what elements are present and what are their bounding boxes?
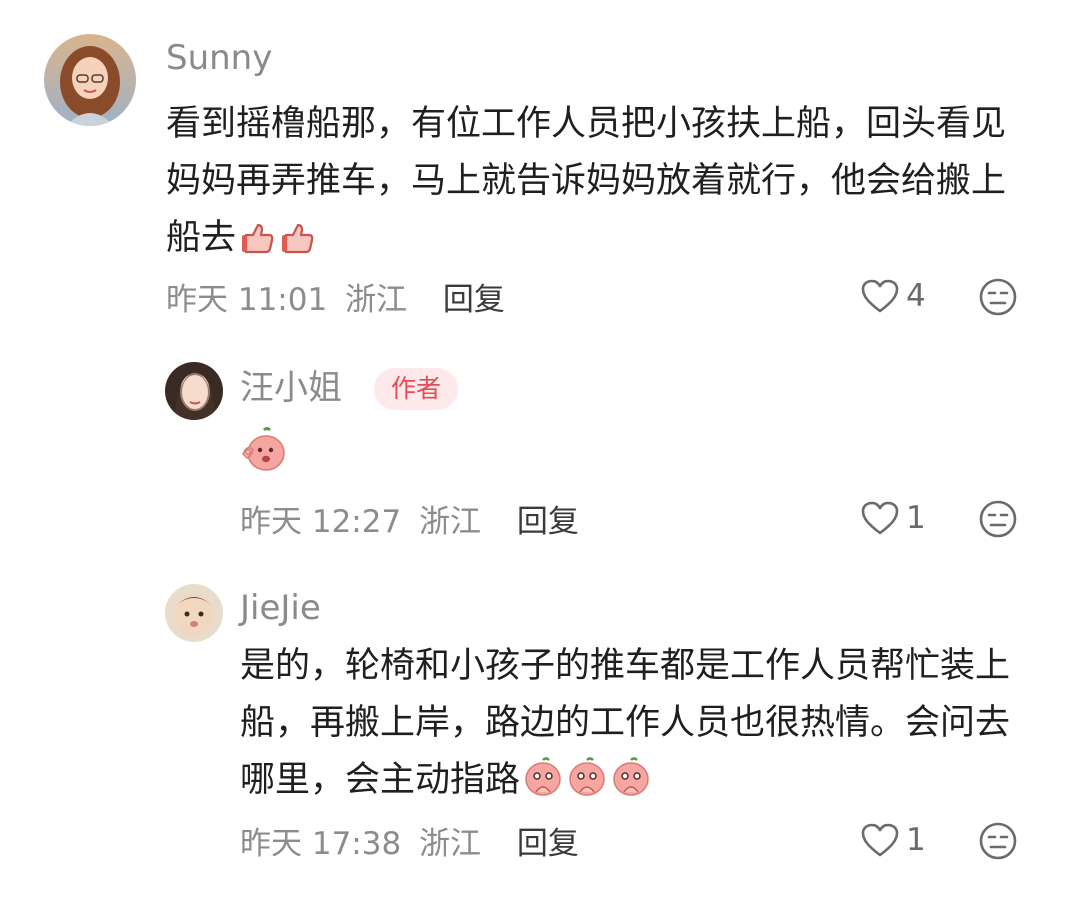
reply-button[interactable]: 回复 [517,826,579,862]
comment-location: 浙江 [345,282,408,318]
avatar[interactable] [44,34,136,126]
comment-item: Sunny 看到摇橹船那，有位工作人员把小孩扶上船，回头看见妈妈再弄推车，马上就… [0,0,1080,340]
thumbs-up-icon [238,217,276,274]
avatar-image [165,362,223,420]
peach-pray-icon [566,756,608,816]
comment-time: 昨天 17:38 [240,826,402,862]
heart-icon [861,823,899,857]
heart-icon [861,501,899,535]
dislike-button[interactable] [978,499,1018,543]
neutral-face-icon [979,822,1017,860]
like-button[interactable]: 1 [860,820,926,860]
like-button[interactable]: 4 [860,276,926,316]
avatar-image [44,34,136,126]
reply-item: 汪小姐 作者 昨天 12:27 浙江 回复 1 [0,340,1080,570]
comment-meta: 昨天 17:38 浙江 回复 [240,824,579,864]
username[interactable]: 汪小姐 [240,368,342,408]
comment-time: 昨天 12:27 [240,504,402,540]
comment-time: 昨天 11:01 [166,282,328,318]
reply-button[interactable]: 回复 [517,504,579,540]
avatar[interactable] [165,584,223,642]
peach-pray-icon [610,756,652,816]
like-count: 4 [906,278,926,314]
avatar[interactable] [165,362,223,420]
author-badge: 作者 [374,368,459,410]
peach-pray-icon [522,756,564,816]
avatar-image [165,584,223,642]
like-count: 1 [906,822,926,858]
thumbs-up-icon [278,217,316,274]
like-count: 1 [906,500,926,536]
reply-button[interactable]: 回复 [443,282,505,318]
comment-location: 浙江 [419,826,482,862]
sticker-icon [240,426,288,478]
comment-text: 是的，轮椅和小孩子的推车都是工作人员帮忙装上船，再搬上岸，路边的工作人员也很热情… [240,638,1020,816]
username[interactable]: JieJie [240,588,321,628]
dislike-button[interactable] [978,277,1018,321]
heart-icon [861,279,899,313]
dislike-button[interactable] [978,821,1018,865]
reply-item: JieJie 是的，轮椅和小孩子的推车都是工作人员帮忙装上船，再搬上岸，路边的工… [0,570,1080,902]
like-button[interactable]: 1 [860,498,926,538]
comment-meta: 昨天 12:27 浙江 回复 [240,502,579,542]
comment-meta: 昨天 11:01 浙江 回复 [166,280,505,320]
neutral-face-icon [979,278,1017,316]
username[interactable]: Sunny [166,38,272,78]
comment-location: 浙江 [419,504,482,540]
neutral-face-icon [979,500,1017,538]
comment-text: 看到摇橹船那，有位工作人员把小孩扶上船，回头看见妈妈再弄推车，马上就告诉妈妈放着… [166,96,1026,274]
